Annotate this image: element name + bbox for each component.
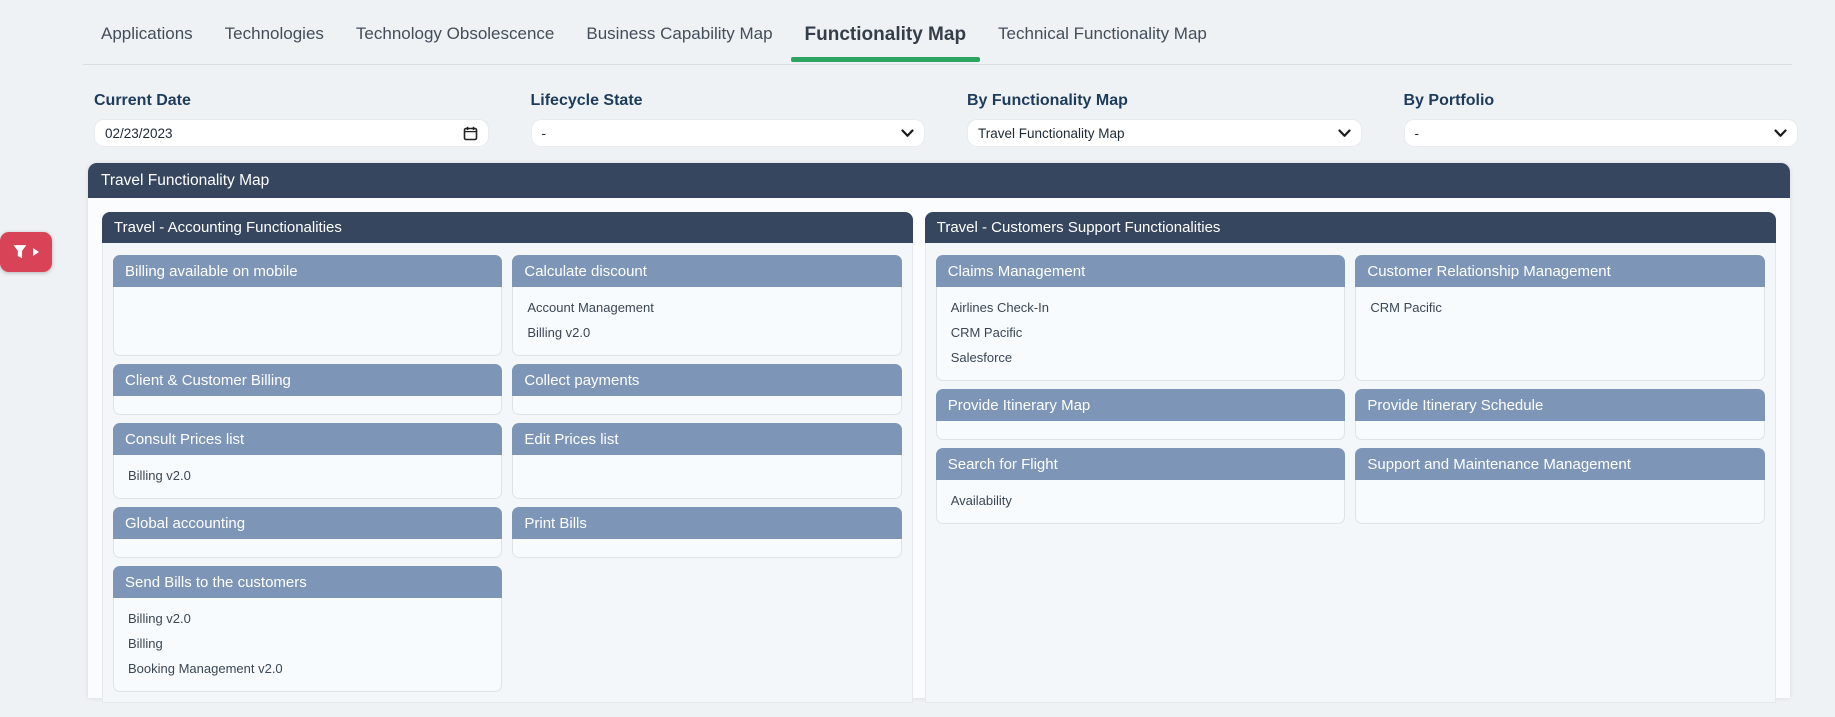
- filter-label: By Functionality Map: [967, 92, 1362, 110]
- functionality-card-title[interactable]: Billing available on mobile: [113, 255, 502, 287]
- filter-label: Lifecycle State: [531, 92, 926, 110]
- filter-label: Current Date: [94, 92, 489, 110]
- functionality-card-body: [512, 396, 901, 415]
- functionality-card: Global accounting: [113, 507, 502, 558]
- functionality-card: Customer Relationship Management CRM Paci…: [1355, 255, 1765, 381]
- card-grid: Claims ManagementAirlines Check-InCRM Pa…: [926, 243, 1775, 534]
- filter-value: 02/23/2023: [105, 126, 463, 141]
- application-item[interactable]: Salesforce: [951, 345, 1331, 370]
- filter-row: Current Date02/23/2023Lifecycle State-By…: [94, 92, 1798, 147]
- tab-business-capability-map[interactable]: Business Capability Map: [570, 12, 788, 59]
- functionality-card: Consult Prices list Billing v2.0: [113, 423, 502, 499]
- functionality-card-body: Availability: [936, 480, 1346, 524]
- functionality-card-title[interactable]: Search for Flight: [936, 448, 1346, 480]
- functionality-card-body: CRM Pacific: [1355, 287, 1765, 381]
- functionality-card-title[interactable]: Collect payments: [512, 364, 901, 396]
- current-date-input[interactable]: 02/23/2023: [94, 119, 489, 147]
- functionality-card-title[interactable]: Customer Relationship Management: [1355, 255, 1765, 287]
- functionality-card-title[interactable]: Calculate discount: [512, 255, 901, 287]
- filter-value: -: [1415, 126, 1775, 141]
- section-title: Travel - Customers Support Functionaliti…: [925, 212, 1776, 243]
- functionality-card-body: [113, 287, 502, 356]
- functionality-card-title[interactable]: Print Bills: [512, 507, 901, 539]
- functionality-card: Client & Customer Billing: [113, 364, 502, 415]
- application-item[interactable]: Billing v2.0: [128, 606, 487, 631]
- application-item[interactable]: Billing v2.0: [527, 320, 886, 345]
- chevron-down-icon: [1338, 129, 1351, 138]
- functionality-card-title[interactable]: Provide Itinerary Schedule: [1355, 389, 1765, 421]
- tab-technical-functionality-map[interactable]: Technical Functionality Map: [982, 12, 1223, 59]
- functionality-card-title[interactable]: Claims Management: [936, 255, 1346, 287]
- section-travel-accounting-functionalities: Travel - Accounting FunctionalitiesBilli…: [102, 212, 913, 703]
- functionality-card-title[interactable]: Global accounting: [113, 507, 502, 539]
- functionality-card-body: Billing v2.0BillingBooking Management v2…: [113, 598, 502, 692]
- lifecycle-state-select[interactable]: -: [531, 119, 926, 147]
- functionality-card-body: [512, 539, 901, 558]
- filter-label: By Portfolio: [1404, 92, 1799, 110]
- functionality-card-body: [1355, 421, 1765, 440]
- functionality-card-title[interactable]: Edit Prices list: [512, 423, 901, 455]
- functionality-card: Send Bills to the customersBilling v2.0B…: [113, 566, 502, 692]
- functionality-card: Edit Prices list: [512, 423, 901, 499]
- by-functionality-map-select[interactable]: Travel Functionality Map: [967, 119, 1362, 147]
- application-item[interactable]: Billing: [128, 631, 487, 656]
- functionality-card-body: [113, 396, 502, 415]
- functionality-card-title[interactable]: Send Bills to the customers: [113, 566, 502, 598]
- functionality-card: Provide Itinerary Schedule: [1355, 389, 1765, 440]
- functionality-card-body: [1355, 480, 1765, 524]
- functionality-card: Billing available on mobile: [113, 255, 502, 356]
- by-portfolio-select[interactable]: -: [1404, 119, 1799, 147]
- map-panel-title: Travel Functionality Map: [88, 163, 1790, 198]
- functionality-card-body: [936, 421, 1346, 440]
- application-item[interactable]: CRM Pacific: [1370, 295, 1750, 320]
- filter-current-date: Current Date 02/23/2023: [94, 92, 489, 147]
- filter-lifecycle-state: Lifecycle State -: [531, 92, 926, 147]
- tab-bar-divider: [83, 64, 1792, 65]
- play-arrow-icon: [32, 247, 40, 257]
- section-travel-customers-support-functionalities: Travel - Customers Support Functionaliti…: [925, 212, 1776, 703]
- functionality-card-title[interactable]: Provide Itinerary Map: [936, 389, 1346, 421]
- section-title: Travel - Accounting Functionalities: [102, 212, 913, 243]
- functionality-card-body: [512, 455, 901, 499]
- filter-icon: [12, 244, 30, 260]
- functionality-card: Search for Flight Availability: [936, 448, 1346, 524]
- map-panel-body: Travel - Accounting FunctionalitiesBilli…: [88, 198, 1790, 717]
- filter-value: -: [542, 126, 902, 141]
- card-grid: Billing available on mobile Calculate dis…: [103, 243, 912, 702]
- chevron-down-icon: [1774, 129, 1787, 138]
- filter-by-functionality-map: By Functionality Map Travel Functionality…: [967, 92, 1362, 147]
- tab-technologies[interactable]: Technologies: [209, 12, 340, 59]
- functionality-map-panel: Travel Functionality Map Travel - Accoun…: [88, 163, 1790, 698]
- application-item[interactable]: Booking Management v2.0: [128, 656, 487, 681]
- functionality-card-title[interactable]: Client & Customer Billing: [113, 364, 502, 396]
- tab-functionality-map[interactable]: Functionality Map: [789, 12, 983, 59]
- functionality-card: Provide Itinerary Map: [936, 389, 1346, 440]
- functionality-card: Collect payments: [512, 364, 901, 415]
- functionality-card: Print Bills: [512, 507, 901, 558]
- application-item[interactable]: Billing v2.0: [128, 463, 487, 488]
- chevron-down-icon: [901, 129, 914, 138]
- filter-by-portfolio: By Portfolio -: [1404, 92, 1799, 147]
- functionality-card-body: Account ManagementBilling v2.0: [512, 287, 901, 356]
- functionality-card-title[interactable]: Support and Maintenance Management: [1355, 448, 1765, 480]
- functionality-card-title[interactable]: Consult Prices list: [113, 423, 502, 455]
- calendar-icon: [463, 126, 478, 141]
- tab-technology-obsolescence[interactable]: Technology Obsolescence: [340, 12, 570, 59]
- functionality-card: Support and Maintenance Management: [1355, 448, 1765, 524]
- application-item[interactable]: CRM Pacific: [951, 320, 1331, 345]
- filter-value: Travel Functionality Map: [978, 126, 1338, 141]
- functionality-card-body: [113, 539, 502, 558]
- functionality-card-body: Airlines Check-InCRM PacificSalesforce: [936, 287, 1346, 381]
- tab-applications[interactable]: Applications: [85, 12, 209, 59]
- functionality-card: Calculate discountAccount ManagementBill…: [512, 255, 901, 356]
- application-item[interactable]: Account Management: [527, 295, 886, 320]
- functionality-card: Claims ManagementAirlines Check-InCRM Pa…: [936, 255, 1346, 381]
- filter-fab-button[interactable]: [0, 232, 52, 272]
- application-item[interactable]: Availability: [951, 488, 1331, 513]
- application-item[interactable]: Airlines Check-In: [951, 295, 1331, 320]
- tab-bar: ApplicationsTechnologiesTechnology Obsol…: [85, 12, 1223, 59]
- functionality-card-body: Billing v2.0: [113, 455, 502, 499]
